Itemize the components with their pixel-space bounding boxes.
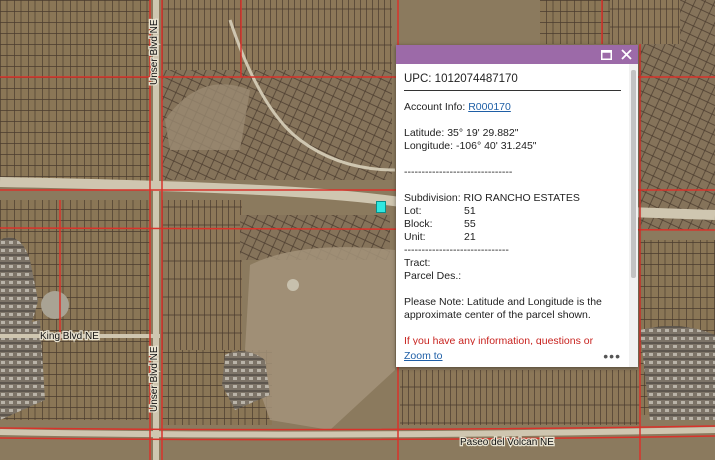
lot-value: 51: [464, 205, 476, 217]
road-label: King Blvd NE: [40, 331, 99, 342]
road-label: Unser Blvd NE: [149, 346, 160, 412]
subdivision: Subdivision: RIO RANCHO ESTATES: [404, 192, 580, 204]
parcel-popup: UPC: 1012074487170 Account Info: R000170…: [396, 45, 638, 367]
account-label: Account Info:: [404, 101, 469, 113]
tract: Tract:: [404, 257, 431, 269]
block-value: 55: [464, 218, 476, 230]
coordinates-note: Please Note: Latitude and Longitude is t…: [404, 296, 602, 321]
popup-footer: Zoom to •••: [396, 345, 629, 367]
road-label: Paseo del Volcan NE: [460, 437, 554, 448]
separator: -------------------------------: [404, 166, 513, 178]
latitude: Latitude: 35° 19' 29.882": [404, 127, 519, 139]
more-options-icon[interactable]: •••: [603, 348, 621, 364]
unit-row: Unit: 21: [404, 231, 621, 244]
longitude: Longitude: -106° 40' 31.245": [404, 140, 537, 152]
popup-header: [396, 45, 638, 64]
lot-row: Lot: 51: [404, 205, 621, 218]
scrollbar-thumb[interactable]: [631, 70, 636, 278]
popup-content: UPC: 1012074487170 Account Info: R000170…: [396, 64, 629, 367]
close-icon[interactable]: [619, 48, 633, 62]
popup-scrollbar[interactable]: [629, 64, 638, 367]
separator: ------------------------------: [404, 244, 509, 256]
road-label: Unser Blvd NE: [149, 19, 160, 85]
block-label: Block:: [404, 218, 433, 230]
zoom-to-link[interactable]: Zoom to: [404, 350, 443, 362]
selected-parcel-marker[interactable]: [376, 201, 386, 213]
unit-value: 21: [464, 231, 476, 243]
lot-label: Lot:: [404, 205, 422, 217]
account-link[interactable]: R000170: [468, 101, 511, 113]
parcel-description: Parcel Des.:: [404, 270, 462, 282]
block-row: Block: 55: [404, 218, 621, 231]
account-info: Account Info: R000170: [404, 101, 621, 114]
maximize-icon[interactable]: [599, 48, 613, 62]
unit-label: Unit:: [404, 231, 426, 243]
popup-title: UPC: 1012074487170: [404, 70, 621, 91]
